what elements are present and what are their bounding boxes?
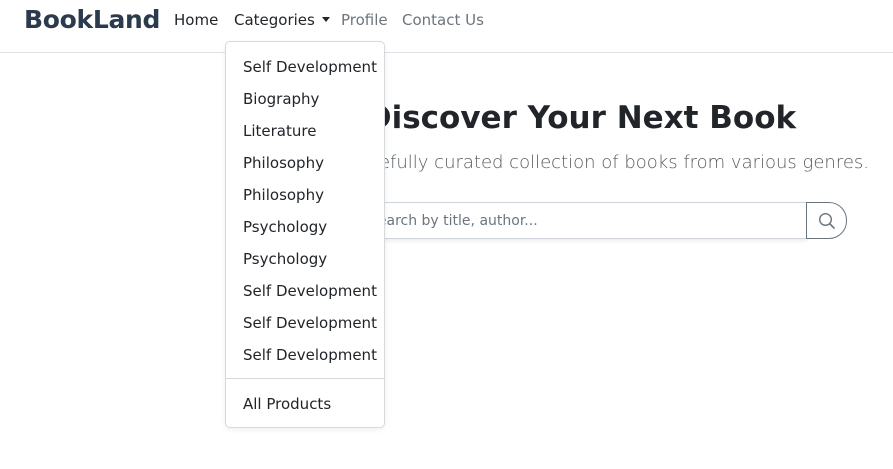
nav-categories-dropdown-toggle[interactable]: Categories bbox=[234, 11, 330, 29]
nav-contact-link[interactable]: Contact Us bbox=[402, 11, 484, 29]
nav-profile-link[interactable]: Profile bbox=[341, 11, 388, 29]
dropdown-item-category[interactable]: Self Development bbox=[226, 339, 384, 371]
search-icon bbox=[818, 212, 835, 229]
categories-dropdown-menu: Self Development Biography Literature Ph… bbox=[225, 41, 385, 428]
navbar: BookLand Home Categories Profile Contact… bbox=[0, 0, 893, 53]
dropdown-item-category[interactable]: Biography bbox=[226, 83, 384, 115]
nav-home-link[interactable]: Home bbox=[174, 11, 218, 29]
dropdown-item-all-products[interactable]: All Products bbox=[226, 388, 384, 420]
dropdown-item-category[interactable]: Literature bbox=[226, 115, 384, 147]
search-button[interactable] bbox=[806, 202, 847, 239]
dropdown-divider bbox=[226, 378, 384, 379]
dropdown-item-category[interactable]: Philosophy bbox=[226, 147, 384, 179]
dropdown-item-category[interactable]: Psychology bbox=[226, 211, 384, 243]
brand-logo[interactable]: BookLand bbox=[24, 5, 160, 34]
dropdown-item-category[interactable]: Psychology bbox=[226, 243, 384, 275]
caret-down-icon bbox=[321, 17, 330, 22]
dropdown-item-category[interactable]: Self Development bbox=[226, 307, 384, 339]
dropdown-item-category[interactable]: Philosophy bbox=[226, 179, 384, 211]
dropdown-item-category[interactable]: Self Development bbox=[226, 51, 384, 83]
hero-title: Discover Your Next Book bbox=[365, 100, 797, 136]
nav-categories-label: Categories bbox=[234, 11, 315, 29]
dropdown-item-category[interactable]: Self Development bbox=[226, 275, 384, 307]
